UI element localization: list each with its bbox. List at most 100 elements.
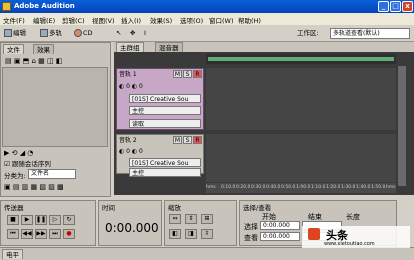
move-tool-icon[interactable]: ✥	[130, 28, 135, 39]
menu-view[interactable]: 视图(V)	[92, 15, 115, 25]
ruler-tick-label: 0:10.0	[221, 185, 236, 190]
sort-select[interactable]: 文件名	[28, 169, 76, 179]
zoom-title: 缩放	[168, 204, 181, 212]
zoom-left-icon[interactable]: ◧	[169, 229, 181, 239]
track-2-name[interactable]: 音轨 2	[119, 136, 137, 145]
zoom-full-icon[interactable]: ⊞	[201, 214, 213, 224]
selection-title: 选择/查看	[243, 204, 272, 212]
menu-effects[interactable]: 效果(S)	[150, 15, 172, 25]
tab-mixer[interactable]: 混音器	[155, 42, 183, 52]
view-start-field[interactable]: 0:00.000	[260, 232, 300, 241]
track-1-automation-mode[interactable]: 读取	[129, 119, 201, 128]
ruler-tick-label: 1:10.0	[311, 185, 326, 190]
multitrack-editor: 音轨 1 M S R ◐ 0 ◐ 0 [01S] Creative Sou 主控…	[114, 52, 414, 195]
toolbar: 编辑 多轨 CD ↖ ✥ I 工作区: 多轨道查看(默认)	[0, 25, 414, 42]
forward-button[interactable]: ▶▶	[35, 229, 47, 239]
tab-files[interactable]: 文件	[3, 44, 24, 54]
pause-button[interactable]: ❚❚	[35, 215, 47, 225]
minimize-button[interactable]: _	[378, 1, 389, 12]
selection-start-field[interactable]: 0:00.000	[260, 221, 300, 230]
zoom-in-icon[interactable]: ⇔	[169, 214, 181, 224]
ruler-tick-label: 0:30.0	[251, 185, 266, 190]
zoom-panel: 缩放 ⇔ ⇕ ⊞ ◧ ◨ ⇳	[164, 200, 237, 246]
zoom-out-icon[interactable]: ⇕	[185, 214, 197, 224]
select-tool-icon[interactable]: ↖	[116, 28, 121, 39]
track-1-lane[interactable]	[206, 68, 396, 130]
track-1-solo-button[interactable]: S	[183, 70, 192, 78]
app-icon	[2, 2, 11, 11]
track-2-mute-button[interactable]: M	[173, 136, 182, 144]
menu-window[interactable]: 窗口(W)	[209, 15, 234, 25]
ruler-tick-label: 1:50.0	[371, 185, 386, 190]
vertical-scrollbar[interactable]	[398, 66, 406, 186]
track-2-record-button[interactable]: R	[193, 136, 202, 144]
ruler-tick-label: 1:20.0	[326, 185, 341, 190]
zoom-right-icon[interactable]: ◨	[185, 229, 197, 239]
file-list[interactable]	[2, 67, 108, 147]
snap-label: 跟随会话序列	[11, 160, 51, 168]
track-1-name[interactable]: 音轨 1	[119, 70, 137, 79]
rewind-button[interactable]: ◀◀	[21, 229, 33, 239]
time-ruler[interactable]: hms 0:10.0 0:20.0 0:30.0 0:40.0 0:50.0 1:00.0 1…	[206, 183, 396, 193]
track-1-input[interactable]: [01S] Creative Sou	[129, 94, 201, 103]
track-2-input[interactable]: [01S] Creative Sou	[129, 158, 201, 167]
level-bar: 电平	[0, 247, 414, 260]
menu-edit[interactable]: 编辑(E)	[33, 15, 55, 25]
track-2-lane[interactable]	[206, 134, 396, 182]
level-title: 电平	[2, 249, 23, 259]
zoom-vertical-icon[interactable]: ⇳	[201, 229, 213, 239]
forward-end-button[interactable]: ⏭	[49, 229, 61, 239]
track-1-record-button[interactable]: R	[193, 70, 202, 78]
track-1-header: 音轨 1 M S R ◐ 0 ◐ 0 [01S] Creative Sou 主控…	[116, 68, 204, 130]
overview-range[interactable]	[208, 57, 394, 61]
play-to-end-button[interactable]: ▷	[49, 215, 61, 225]
loop-button[interactable]: ↻	[63, 215, 75, 225]
ruler-tick-label: 0:20.0	[236, 185, 251, 190]
snap-checkbox[interactable]: ☑ 跟随会话序列	[4, 158, 51, 168]
menu-file[interactable]: 文件(F)	[3, 15, 25, 25]
transport-title: 传送器	[4, 204, 24, 212]
rewind-start-button[interactable]: ⏮	[7, 229, 19, 239]
track-2-volume-knobs[interactable]: ◐ 0 ◐ 0	[119, 147, 143, 156]
menu-clip[interactable]: 剪辑(C)	[62, 15, 85, 25]
overview-bar[interactable]	[206, 54, 396, 64]
multitrack-view-button[interactable]: 多轨	[40, 28, 62, 39]
tab-effects[interactable]: 效果	[33, 44, 54, 54]
track-1-volume-knobs[interactable]: ◐ 0 ◐ 0	[119, 82, 143, 91]
menu-insert[interactable]: 插入(I)	[121, 15, 141, 25]
transport-panel: 传送器 ■ ▶ ❚❚ ▷ ↻ ⏮ ◀◀ ▶▶ ⏭ ●	[0, 200, 96, 246]
selection-row-label: 选择	[244, 223, 258, 231]
time-select-tool-icon[interactable]: I	[144, 28, 146, 39]
workspace-label: 工作区:	[297, 29, 319, 37]
track-1-mute-button[interactable]: M	[173, 70, 182, 78]
edit-view-button[interactable]: 编辑	[4, 28, 26, 39]
time-display: 0:00.000	[105, 221, 159, 235]
cd-view-button[interactable]: CD	[74, 28, 93, 39]
playback-controls-icons[interactable]: ▶ ⟲ ◢ ◔	[4, 149, 33, 157]
window-title: Adobe Audition	[14, 2, 75, 10]
maximize-button[interactable]: □	[390, 1, 401, 12]
watermark-url: www.xietoutiao.com	[324, 241, 375, 247]
file-tool-icons[interactable]: ▤ ▣ ⬒ ⌂ ▦ ◫ ◧	[5, 57, 62, 65]
editor-tabbar: 主群组 混音器	[113, 42, 414, 52]
stop-button[interactable]: ■	[7, 215, 19, 225]
menu-options[interactable]: 选项(O)	[180, 15, 203, 25]
workspace-select[interactable]: 多轨道查看(默认)	[330, 28, 410, 39]
file-action-icons[interactable]: ▣ ▤ ▥ ▦ ▧ ▨ ▩	[4, 183, 64, 191]
cd-icon	[74, 29, 82, 37]
watermark-logo-icon	[308, 228, 320, 240]
sort-label: 分类为:	[4, 172, 26, 180]
track-2-output[interactable]: 主控	[129, 168, 201, 177]
ruler-tick-label: hms	[386, 185, 396, 190]
tab-main-group[interactable]: 主群组	[116, 42, 144, 52]
close-button[interactable]: x	[402, 1, 413, 12]
ruler-tick-label: 0:50.0	[281, 185, 296, 190]
track-2-solo-button[interactable]: S	[183, 136, 192, 144]
record-button[interactable]: ●	[63, 229, 75, 239]
track-1-output[interactable]: 主控	[129, 106, 201, 115]
view-row-label: 查看	[244, 234, 258, 242]
play-button[interactable]: ▶	[21, 215, 33, 225]
menu-help[interactable]: 帮助(H)	[238, 15, 261, 25]
length-header: 长度	[346, 213, 360, 221]
time-title: 时间	[102, 204, 115, 212]
